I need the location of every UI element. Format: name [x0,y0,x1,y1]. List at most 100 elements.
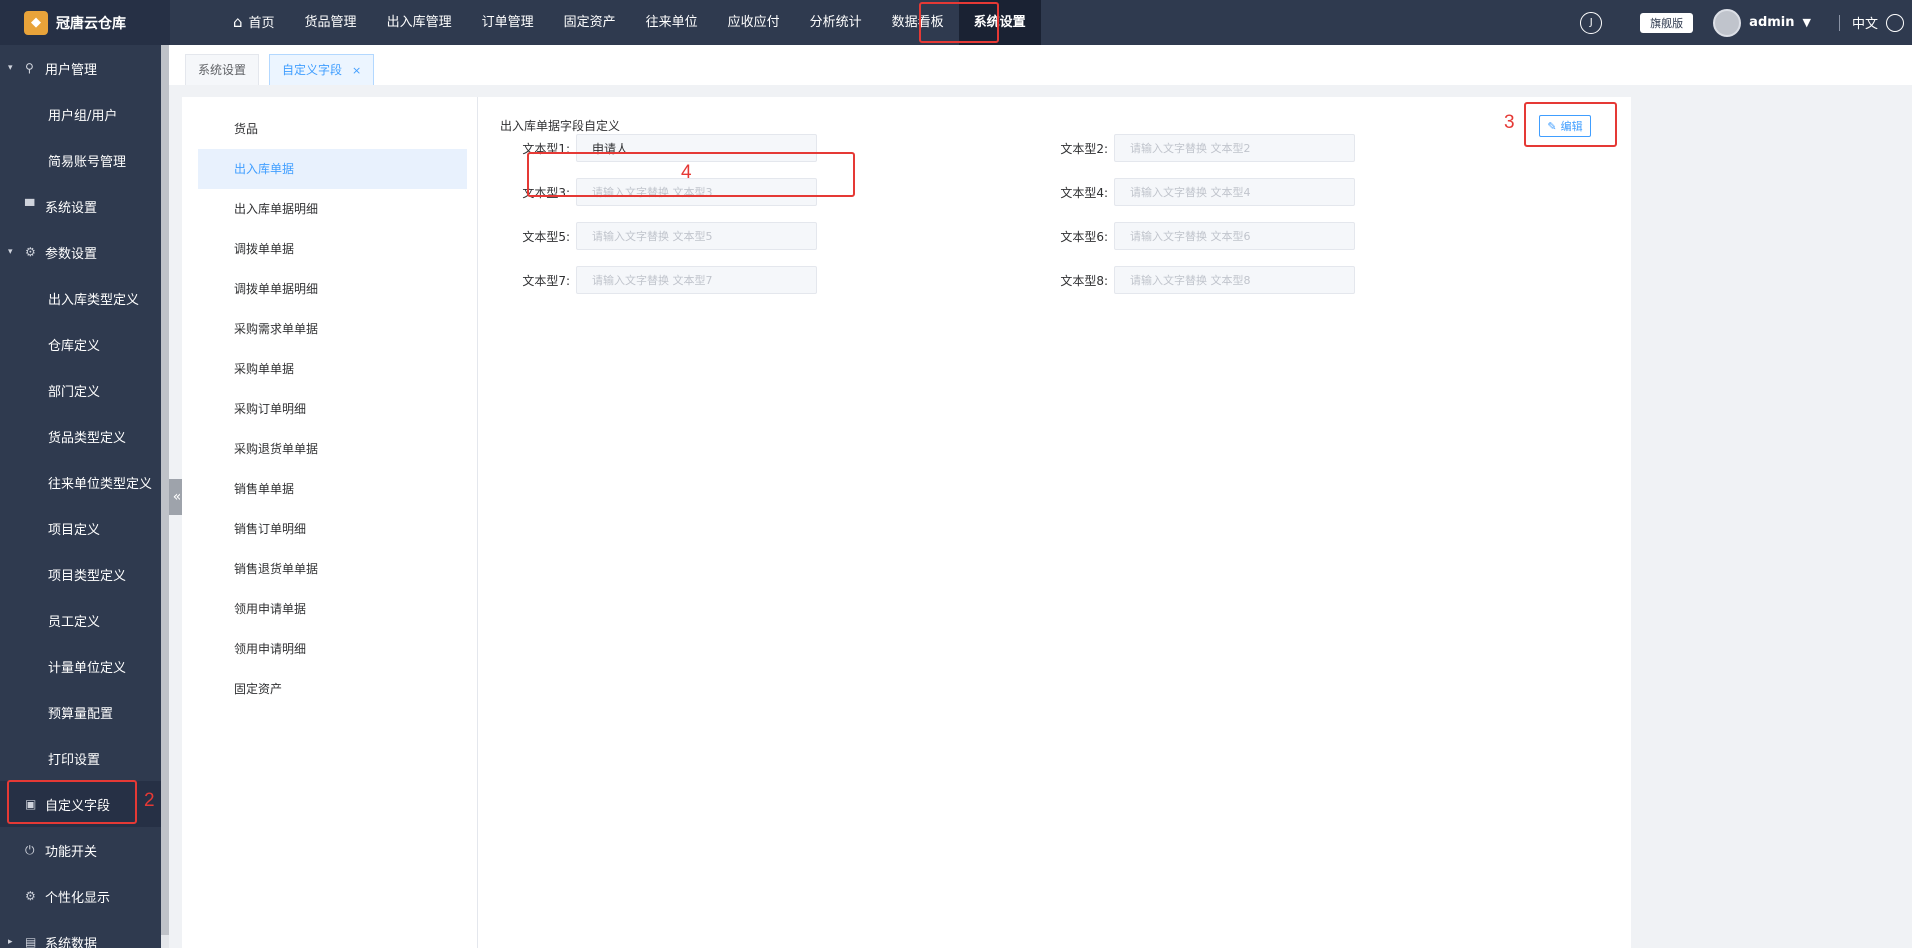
app-title: 冠唐云仓库 [56,15,126,32]
sidebar-item-label: 系统数据 [45,936,98,948]
nav-item-goods[interactable]: 货品管理 [290,0,372,45]
sidebar-item-inout-types[interactable]: 出入库类型定义 [0,275,161,321]
sidebar-item-label: 参数设置 [45,246,98,262]
sidebar-item-units[interactable]: 计量单位定义 [0,643,161,689]
list-item-purchase-doc[interactable]: 采购单单据 [198,349,467,389]
field-text-2: 文本型2: 请输入文字替换 文本型2 [1016,134,1355,162]
text-field-8-input[interactable]: 请输入文字替换 文本型8 [1114,266,1355,294]
section-title: 出入库单据字段自定义 [500,119,621,133]
nav-item-analytics[interactable]: 分析统计 [795,0,877,45]
field-text-5: 文本型5: 请输入文字替换 文本型5 [478,222,817,250]
tab-bar: 系统设置 自定义字段 × [169,45,1912,85]
sidebar-item-label: 个性化显示 [45,890,111,906]
sidebar-item-warehouses[interactable]: 仓库定义 [0,321,161,367]
sidebar-item-system-settings[interactable]: ▀ 系统设置 [0,183,161,229]
home-icon: ⌂ [233,13,243,31]
nav-item-label: 首页 [248,16,275,31]
sidebar-item-print-settings[interactable]: 打印设置 [0,735,161,781]
sidebar-item-personalization[interactable]: ⚙ 个性化显示 [0,873,161,919]
annotation-number-4: 4 [681,162,692,183]
field-label: 文本型8: [1060,273,1108,288]
nav-item-orders[interactable]: 订单管理 [467,0,549,45]
list-item-transfer-doc[interactable]: 调拨单单据 [198,229,467,269]
nav-item-receivables[interactable]: 应收应付 [713,0,795,45]
divider [1838,14,1840,31]
user-name[interactable]: admin [1749,15,1794,30]
chevron-down-icon[interactable]: ▼ [1803,16,1811,29]
field-label: 文本型7: [522,273,570,288]
edition-badge: 旗舰版 [1640,12,1694,33]
field-label: 文本型4: [1060,185,1108,200]
monitor-icon: ▀ [25,199,35,213]
logo-mark-icon: ◆ [24,10,48,35]
field-label: 文本型6: [1060,229,1108,244]
app-logo[interactable]: ◆ 冠唐云仓库 [0,0,170,45]
person-icon: ⚲ [25,61,34,75]
sidebar-item-label: 功能开关 [45,844,98,860]
close-icon[interactable]: × [352,64,361,77]
text-field-7-input[interactable]: 请输入文字替换 文本型7 [576,266,817,294]
text-field-5-input[interactable]: 请输入文字替换 文本型5 [576,222,817,250]
sidebar-item-employees[interactable]: 员工定义 [0,597,161,643]
field-text-8: 文本型8: 请输入文字替换 文本型8 [1016,266,1355,294]
annotation-number-2: 2 [144,790,155,811]
expand-arrow-icon: ▸ [8,937,13,947]
tab-label: 自定义字段 [282,63,343,77]
nav-item-inout[interactable]: 出入库管理 [372,0,467,45]
sidebar-item-projects[interactable]: 项目定义 [0,505,161,551]
sidebar-item-budget[interactable]: 预算量配置 [0,689,161,735]
field-text-6: 文本型6: 请输入文字替换 文本型6 [1016,222,1355,250]
avatar[interactable] [1713,8,1742,37]
sidebar-item-feature-switch[interactable]: ⏻ 功能开关 [0,827,161,873]
nav-item-home[interactable]: ⌂ 首页 [218,0,290,45]
sidebar-item-parameter-settings[interactable]: ▾ ⚙ 参数设置 [0,229,161,275]
custom-field-editor: 出入库单据字段自定义 ✎ 编辑 文本型1: 申请人 文本型2: 请输入文字替换 文… [478,97,1631,948]
annotation-box-2 [7,780,137,824]
list-item-purchase-order-detail[interactable]: 采购订单明细 [198,389,467,429]
document-type-list: 货品 出入库单据 出入库单据明细 调拨单单据 调拨单单据明细 采购需求单单据 采… [182,97,478,948]
sidebar-item-partner-types[interactable]: 往来单位类型定义 [0,459,161,505]
list-item-inout-detail[interactable]: 出入库单据明细 [198,189,467,229]
expand-arrow-icon: ▾ [8,63,13,73]
list-item-purchase-return[interactable]: 采购退货单单据 [198,429,467,469]
list-item-inout-doc[interactable]: 出入库单据 [198,149,467,189]
language-switch[interactable]: 中文 [1852,13,1878,32]
list-item-sales-doc[interactable]: 销售单单据 [198,469,467,509]
main-panel: 货品 出入库单据 出入库单据明细 调拨单单据 调拨单单据明细 采购需求单单据 采… [182,97,1631,948]
expand-arrow-icon: ▾ [8,247,13,257]
text-field-2-input[interactable]: 请输入文字替换 文本型2 [1114,134,1355,162]
sidebar-item-goods-types[interactable]: 货品类型定义 [0,413,161,459]
sidebar-item-simple-accounts[interactable]: 简易账号管理 [0,137,161,183]
globe-icon[interactable] [1886,13,1904,32]
tab-custom-fields[interactable]: 自定义字段 × [269,54,375,85]
sidebar-item-label: 用户管理 [45,62,98,78]
sidebar-item-user-groups[interactable]: 用户组/用户 [0,91,161,137]
list-item-transfer-detail[interactable]: 调拨单单据明细 [198,269,467,309]
tab-system-settings[interactable]: 系统设置 [185,54,260,85]
list-item-purchase-request[interactable]: 采购需求单单据 [198,309,467,349]
main-nav: ⌂ 首页 货品管理 出入库管理 订单管理 固定资产 往来单位 应收应付 分析统计 … [218,0,1041,45]
nav-item-partners[interactable]: 往来单位 [631,0,713,45]
field-text-4: 文本型4: 请输入文字替换 文本型4 [1016,178,1355,206]
list-item-requisition-detail[interactable]: 领用申请明细 [198,629,467,669]
sidebar-scrollbar[interactable] [161,45,169,948]
text-field-4-input[interactable]: 请输入文字替换 文本型4 [1114,178,1355,206]
sidebar-item-user-management[interactable]: ▾ ⚲ 用户管理 [0,45,161,91]
sidebar-item-departments[interactable]: 部门定义 [0,367,161,413]
list-item-requisition-doc[interactable]: 领用申请单据 [198,589,467,629]
scroll-thumb[interactable] [161,45,169,935]
list-item-goods[interactable]: 货品 [198,109,467,149]
help-icon[interactable]: J [1580,11,1603,34]
annotation-box-3 [1524,102,1617,147]
field-text-7: 文本型7: 请输入文字替换 文本型7 [478,266,817,294]
list-item-sales-order-detail[interactable]: 销售订单明细 [198,509,467,549]
field-label: 文本型2: [1060,141,1108,156]
list-item-sales-return[interactable]: 销售退货单单据 [198,549,467,589]
list-item-fixed-assets[interactable]: 固定资产 [198,669,467,709]
text-field-6-input[interactable]: 请输入文字替换 文本型6 [1114,222,1355,250]
sidebar-item-project-types[interactable]: 项目类型定义 [0,551,161,597]
sidebar-item-label: 系统设置 [45,200,98,216]
nav-item-fixed-assets[interactable]: 固定资产 [549,0,631,45]
gear-icon: ⚙ [25,245,36,259]
sidebar-item-system-data[interactable]: ▸ ▤ 系统数据 [0,919,161,948]
